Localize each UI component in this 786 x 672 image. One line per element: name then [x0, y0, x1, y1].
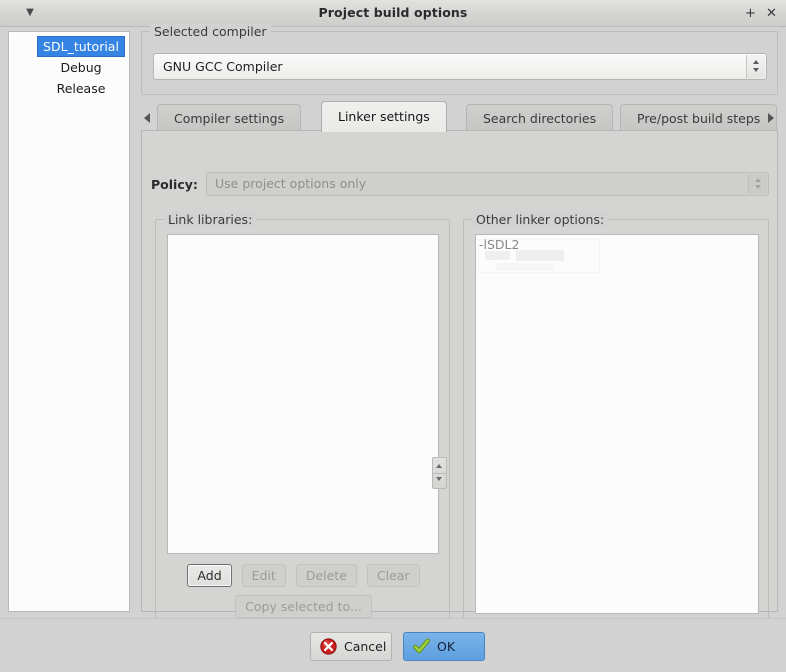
chevron-down-icon [753, 68, 759, 72]
tree-item-release[interactable]: Release [37, 78, 125, 99]
compiler-select[interactable]: GNU GCC Compiler [153, 53, 767, 80]
linker-settings-panel: Policy: Use project options only Link li… [141, 130, 778, 627]
tab-pre-post-build-steps[interactable]: Pre/post build steps [620, 104, 778, 131]
policy-select-spinner[interactable] [748, 174, 767, 194]
move-up-icon [436, 464, 442, 468]
ok-button-label: OK [437, 639, 456, 654]
copy-selected-row: Copy selected to... [156, 595, 451, 618]
tab-compiler-settings[interactable]: Compiler settings [157, 104, 302, 131]
maximize-icon[interactable]: + [741, 4, 760, 23]
cancel-x-circle-icon [320, 638, 337, 655]
move-down-icon [436, 477, 442, 481]
page-title: Project build options [318, 5, 468, 20]
tree-item-sdl-tutorial[interactable]: SDL_tutorial [37, 36, 125, 57]
compiler-select-value: GNU GCC Compiler [163, 59, 283, 74]
spinner-divider [433, 473, 446, 474]
tab-search-directories[interactable]: Search directories [466, 104, 614, 131]
triangle-left-icon [144, 113, 150, 123]
tree-item-debug[interactable]: Debug [37, 57, 125, 78]
chevron-up-icon [753, 60, 759, 64]
edit-button[interactable]: Edit [241, 564, 286, 587]
policy-select[interactable]: Use project options only [206, 172, 769, 196]
close-icon[interactable]: ✕ [762, 4, 781, 23]
settings-tabs: Compiler settings Linker settings Search… [141, 101, 778, 132]
cancel-button[interactable]: Cancel [310, 632, 392, 661]
chevron-down-icon [755, 185, 761, 189]
other-linker-options-group: Other linker options: -lSDL2 [463, 212, 769, 627]
other-linker-options-label: Other linker options: [472, 212, 609, 227]
triangle-right-icon [768, 113, 774, 123]
delete-button[interactable]: Delete [295, 564, 357, 587]
link-libraries-label: Link libraries: [164, 212, 257, 227]
check-mark-icon [413, 638, 430, 654]
compiler-select-spinner[interactable] [746, 55, 765, 78]
other-linker-options-textarea[interactable]: -lSDL2 [475, 234, 759, 614]
tabs-scroll-right-button[interactable] [764, 105, 778, 130]
move-item-spinner[interactable] [432, 457, 447, 489]
target-tree[interactable]: SDL_tutorial Debug Release [8, 31, 130, 612]
chevron-up-icon [755, 178, 761, 182]
cancel-button-label: Cancel [344, 639, 387, 654]
selected-compiler-group: Selected compiler GNU GCC Compiler [141, 24, 778, 95]
link-libraries-button-row: Add Edit Delete Clear [156, 564, 451, 587]
selected-compiler-label: Selected compiler [150, 24, 271, 39]
link-libraries-group: Link libraries: Add Edit Delete Clear Co… [155, 212, 451, 627]
project-build-options-dialog: ▼ Project build options + ✕ SDL_tutorial… [0, 0, 786, 672]
tab-linker-settings[interactable]: Linker settings [321, 101, 447, 132]
clear-button[interactable]: Clear [366, 564, 420, 587]
link-libraries-list[interactable] [167, 234, 439, 554]
ok-button[interactable]: OK [403, 632, 485, 661]
policy-select-value: Use project options only [215, 176, 367, 191]
other-linker-options-value: -lSDL2 [479, 237, 520, 252]
copy-selected-to-button[interactable]: Copy selected to... [235, 595, 372, 618]
add-button[interactable]: Add [187, 564, 232, 587]
title-bar: ▼ Project build options + ✕ [0, 0, 786, 27]
tabs-scroll-left-button[interactable] [141, 105, 155, 130]
policy-label: Policy: [151, 177, 198, 192]
dialog-action-bar: Cancel OK [0, 618, 786, 672]
content-area: Selected compiler GNU GCC Compiler Compi… [137, 24, 778, 627]
